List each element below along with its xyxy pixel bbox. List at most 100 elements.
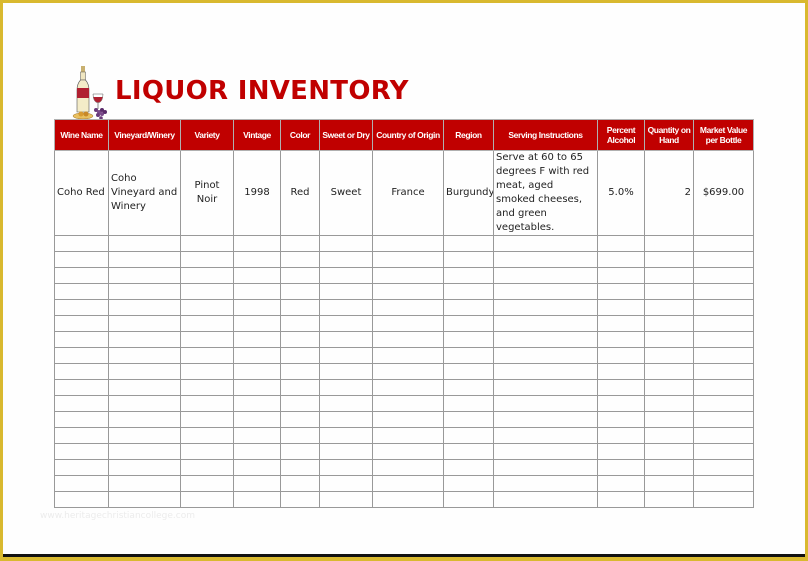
empty-cell[interactable] bbox=[280, 299, 320, 316]
empty-cell[interactable] bbox=[644, 283, 694, 300]
empty-cell[interactable] bbox=[644, 347, 694, 364]
empty-cell[interactable] bbox=[108, 251, 181, 268]
empty-cell[interactable] bbox=[280, 395, 320, 412]
empty-cell[interactable] bbox=[233, 315, 281, 332]
empty-cell[interactable] bbox=[693, 251, 754, 268]
empty-cell[interactable] bbox=[493, 331, 598, 348]
empty-cell[interactable] bbox=[493, 395, 598, 412]
empty-cell[interactable] bbox=[597, 235, 645, 252]
empty-cell[interactable] bbox=[693, 347, 754, 364]
empty-cell[interactable] bbox=[233, 411, 281, 428]
empty-cell[interactable] bbox=[319, 379, 373, 396]
empty-cell[interactable] bbox=[54, 475, 109, 492]
cell-market-value[interactable]: $699.00 bbox=[693, 150, 754, 236]
empty-cell[interactable] bbox=[372, 411, 444, 428]
empty-cell[interactable] bbox=[372, 347, 444, 364]
empty-cell[interactable] bbox=[280, 411, 320, 428]
empty-cell[interactable] bbox=[233, 395, 281, 412]
cell-vineyard[interactable]: Coho Vineyard and Winery bbox=[108, 150, 181, 236]
empty-cell[interactable] bbox=[644, 459, 694, 476]
empty-cell[interactable] bbox=[280, 251, 320, 268]
empty-cell[interactable] bbox=[493, 315, 598, 332]
empty-cell[interactable] bbox=[108, 347, 181, 364]
empty-cell[interactable] bbox=[693, 363, 754, 380]
empty-cell[interactable] bbox=[319, 331, 373, 348]
empty-cell[interactable] bbox=[693, 427, 754, 444]
empty-cell[interactable] bbox=[644, 379, 694, 396]
empty-cell[interactable] bbox=[443, 315, 494, 332]
empty-cell[interactable] bbox=[372, 235, 444, 252]
empty-cell[interactable] bbox=[443, 251, 494, 268]
empty-cell[interactable] bbox=[443, 411, 494, 428]
empty-cell[interactable] bbox=[693, 283, 754, 300]
empty-cell[interactable] bbox=[443, 363, 494, 380]
empty-cell[interactable] bbox=[493, 235, 598, 252]
empty-cell[interactable] bbox=[180, 491, 234, 508]
empty-cell[interactable] bbox=[693, 491, 754, 508]
empty-cell[interactable] bbox=[372, 475, 444, 492]
empty-cell[interactable] bbox=[493, 363, 598, 380]
empty-cell[interactable] bbox=[108, 475, 181, 492]
empty-cell[interactable] bbox=[180, 475, 234, 492]
empty-cell[interactable] bbox=[319, 267, 373, 284]
empty-cell[interactable] bbox=[443, 347, 494, 364]
empty-cell[interactable] bbox=[597, 427, 645, 444]
empty-cell[interactable] bbox=[108, 235, 181, 252]
empty-cell[interactable] bbox=[280, 283, 320, 300]
empty-cell[interactable] bbox=[597, 459, 645, 476]
empty-cell[interactable] bbox=[319, 235, 373, 252]
empty-cell[interactable] bbox=[319, 459, 373, 476]
empty-cell[interactable] bbox=[54, 315, 109, 332]
empty-cell[interactable] bbox=[493, 491, 598, 508]
empty-cell[interactable] bbox=[493, 283, 598, 300]
empty-cell[interactable] bbox=[233, 347, 281, 364]
empty-cell[interactable] bbox=[108, 459, 181, 476]
cell-serving-instructions[interactable]: Serve at 60 to 65 degrees F with red mea… bbox=[493, 150, 598, 236]
empty-cell[interactable] bbox=[180, 299, 234, 316]
empty-cell[interactable] bbox=[597, 331, 645, 348]
cell-variety[interactable]: Pinot Noir bbox=[180, 150, 234, 236]
empty-cell[interactable] bbox=[280, 459, 320, 476]
empty-cell[interactable] bbox=[108, 283, 181, 300]
empty-cell[interactable] bbox=[372, 443, 444, 460]
empty-cell[interactable] bbox=[693, 299, 754, 316]
empty-cell[interactable] bbox=[693, 331, 754, 348]
empty-cell[interactable] bbox=[597, 347, 645, 364]
cell-color[interactable]: Red bbox=[280, 150, 320, 236]
empty-cell[interactable] bbox=[372, 331, 444, 348]
cell-percent-alcohol[interactable]: 5.0% bbox=[597, 150, 645, 236]
empty-cell[interactable] bbox=[54, 347, 109, 364]
empty-cell[interactable] bbox=[54, 299, 109, 316]
empty-cell[interactable] bbox=[233, 299, 281, 316]
empty-cell[interactable] bbox=[280, 267, 320, 284]
empty-cell[interactable] bbox=[597, 363, 645, 380]
empty-cell[interactable] bbox=[372, 267, 444, 284]
empty-cell[interactable] bbox=[493, 379, 598, 396]
empty-cell[interactable] bbox=[280, 491, 320, 508]
empty-cell[interactable] bbox=[233, 427, 281, 444]
empty-cell[interactable] bbox=[597, 299, 645, 316]
empty-cell[interactable] bbox=[443, 427, 494, 444]
cell-sweet-or-dry[interactable]: Sweet bbox=[319, 150, 373, 236]
cell-wine-name[interactable]: Coho Red bbox=[54, 150, 109, 236]
empty-cell[interactable] bbox=[280, 379, 320, 396]
empty-cell[interactable] bbox=[693, 315, 754, 332]
empty-cell[interactable] bbox=[443, 299, 494, 316]
empty-cell[interactable] bbox=[693, 443, 754, 460]
empty-cell[interactable] bbox=[54, 235, 109, 252]
empty-cell[interactable] bbox=[108, 443, 181, 460]
empty-cell[interactable] bbox=[644, 251, 694, 268]
empty-cell[interactable] bbox=[372, 491, 444, 508]
empty-cell[interactable] bbox=[319, 475, 373, 492]
empty-cell[interactable] bbox=[233, 475, 281, 492]
empty-cell[interactable] bbox=[54, 411, 109, 428]
empty-cell[interactable] bbox=[597, 475, 645, 492]
empty-cell[interactable] bbox=[108, 363, 181, 380]
empty-cell[interactable] bbox=[54, 491, 109, 508]
empty-cell[interactable] bbox=[54, 459, 109, 476]
empty-cell[interactable] bbox=[319, 443, 373, 460]
empty-cell[interactable] bbox=[493, 411, 598, 428]
empty-cell[interactable] bbox=[233, 251, 281, 268]
empty-cell[interactable] bbox=[644, 427, 694, 444]
empty-cell[interactable] bbox=[319, 427, 373, 444]
